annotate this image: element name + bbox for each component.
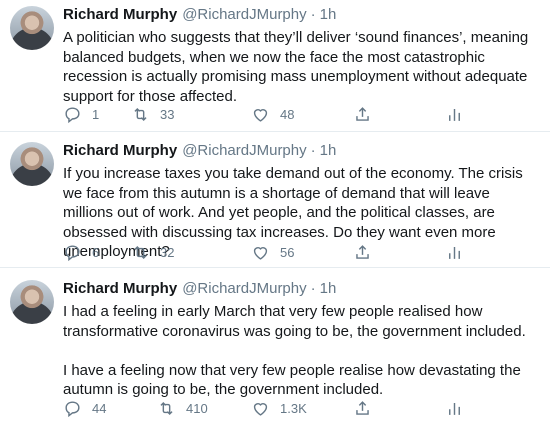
- analytics-button[interactable]: [445, 104, 464, 124]
- like-button[interactable]: 48: [251, 104, 294, 124]
- timestamp[interactable]: 1h: [320, 280, 337, 297]
- heart-icon: [253, 246, 268, 260]
- reply-icon: [65, 400, 80, 417]
- analytics-icon: [449, 402, 460, 415]
- author-handle[interactable]: @RichardJMurphy: [182, 280, 306, 297]
- reply-count: 44: [92, 400, 107, 416]
- like-count: 48: [280, 106, 295, 122]
- tweet[interactable]: Richard Murphy @RichardJMurphy · 1h I ha…: [0, 268, 550, 421]
- timestamp[interactable]: 1h: [320, 142, 337, 159]
- tweet-header: Richard Murphy @RichardJMurphy · 1h: [63, 280, 336, 302]
- retweet-icon: [160, 401, 173, 415]
- tweet-actions: 1 33 48: [63, 104, 483, 124]
- retweet-button[interactable]: 33: [131, 104, 174, 124]
- retweet-count: 32: [160, 244, 175, 260]
- analytics-button[interactable]: [445, 398, 464, 418]
- retweet-icon: [134, 107, 147, 121]
- timestamp[interactable]: 1h: [320, 6, 337, 23]
- avatar[interactable]: [10, 280, 54, 324]
- avatar[interactable]: [10, 142, 54, 186]
- heart-icon: [253, 108, 268, 122]
- reply-count: 1: [92, 106, 100, 122]
- tweet-actions: 44 410 1.3K: [63, 398, 483, 418]
- share-button[interactable]: [353, 104, 372, 124]
- like-count: 56: [280, 244, 295, 260]
- analytics-icon: [449, 246, 460, 259]
- reply-button[interactable]: 6: [63, 242, 99, 262]
- separator-dot: ·: [310, 6, 316, 23]
- like-button[interactable]: 1.3K: [251, 398, 307, 418]
- analytics-button[interactable]: [445, 242, 464, 262]
- reply-count: 6: [92, 244, 100, 260]
- tweet[interactable]: Richard Murphy @RichardJMurphy · 1h A po…: [0, 0, 550, 132]
- retweet-button[interactable]: 410: [157, 398, 208, 418]
- author-name[interactable]: Richard Murphy: [63, 142, 177, 159]
- retweet-count: 33: [160, 106, 175, 122]
- tweet-header: Richard Murphy @RichardJMurphy · 1h: [63, 6, 336, 28]
- like-button[interactable]: 56: [251, 242, 294, 262]
- reply-icon: [65, 244, 80, 261]
- separator-dot: ·: [310, 280, 316, 297]
- share-icon: [356, 244, 369, 259]
- tweet-header: Richard Murphy @RichardJMurphy · 1h: [63, 142, 336, 164]
- separator-dot: ·: [310, 142, 316, 159]
- share-button[interactable]: [353, 242, 372, 262]
- like-count: 1.3K: [280, 400, 307, 416]
- retweet-count: 410: [186, 400, 208, 416]
- reply-icon: [65, 106, 80, 123]
- tweet-feed: Richard Murphy @RichardJMurphy · 1h A po…: [0, 0, 550, 421]
- tweet-actions: 6 32 56: [63, 242, 483, 262]
- share-icon: [356, 106, 369, 121]
- heart-icon: [253, 402, 268, 416]
- reply-button[interactable]: 1: [63, 104, 99, 124]
- avatar[interactable]: [10, 6, 54, 50]
- tweet[interactable]: Richard Murphy @RichardJMurphy · 1h If y…: [0, 132, 550, 268]
- retweet-button[interactable]: 32: [131, 242, 174, 262]
- author-handle[interactable]: @RichardJMurphy: [182, 142, 306, 159]
- share-button[interactable]: [353, 398, 372, 418]
- author-name[interactable]: Richard Murphy: [63, 6, 177, 23]
- retweet-icon: [134, 245, 147, 259]
- share-icon: [356, 400, 369, 415]
- analytics-icon: [449, 108, 460, 121]
- author-handle[interactable]: @RichardJMurphy: [182, 6, 306, 23]
- author-name[interactable]: Richard Murphy: [63, 280, 177, 297]
- tweet-text: I had a feeling in early March that very…: [63, 303, 526, 398]
- reply-button[interactable]: 44: [63, 398, 106, 418]
- tweet-text: A politician who suggests that they’ll d…: [63, 29, 529, 105]
